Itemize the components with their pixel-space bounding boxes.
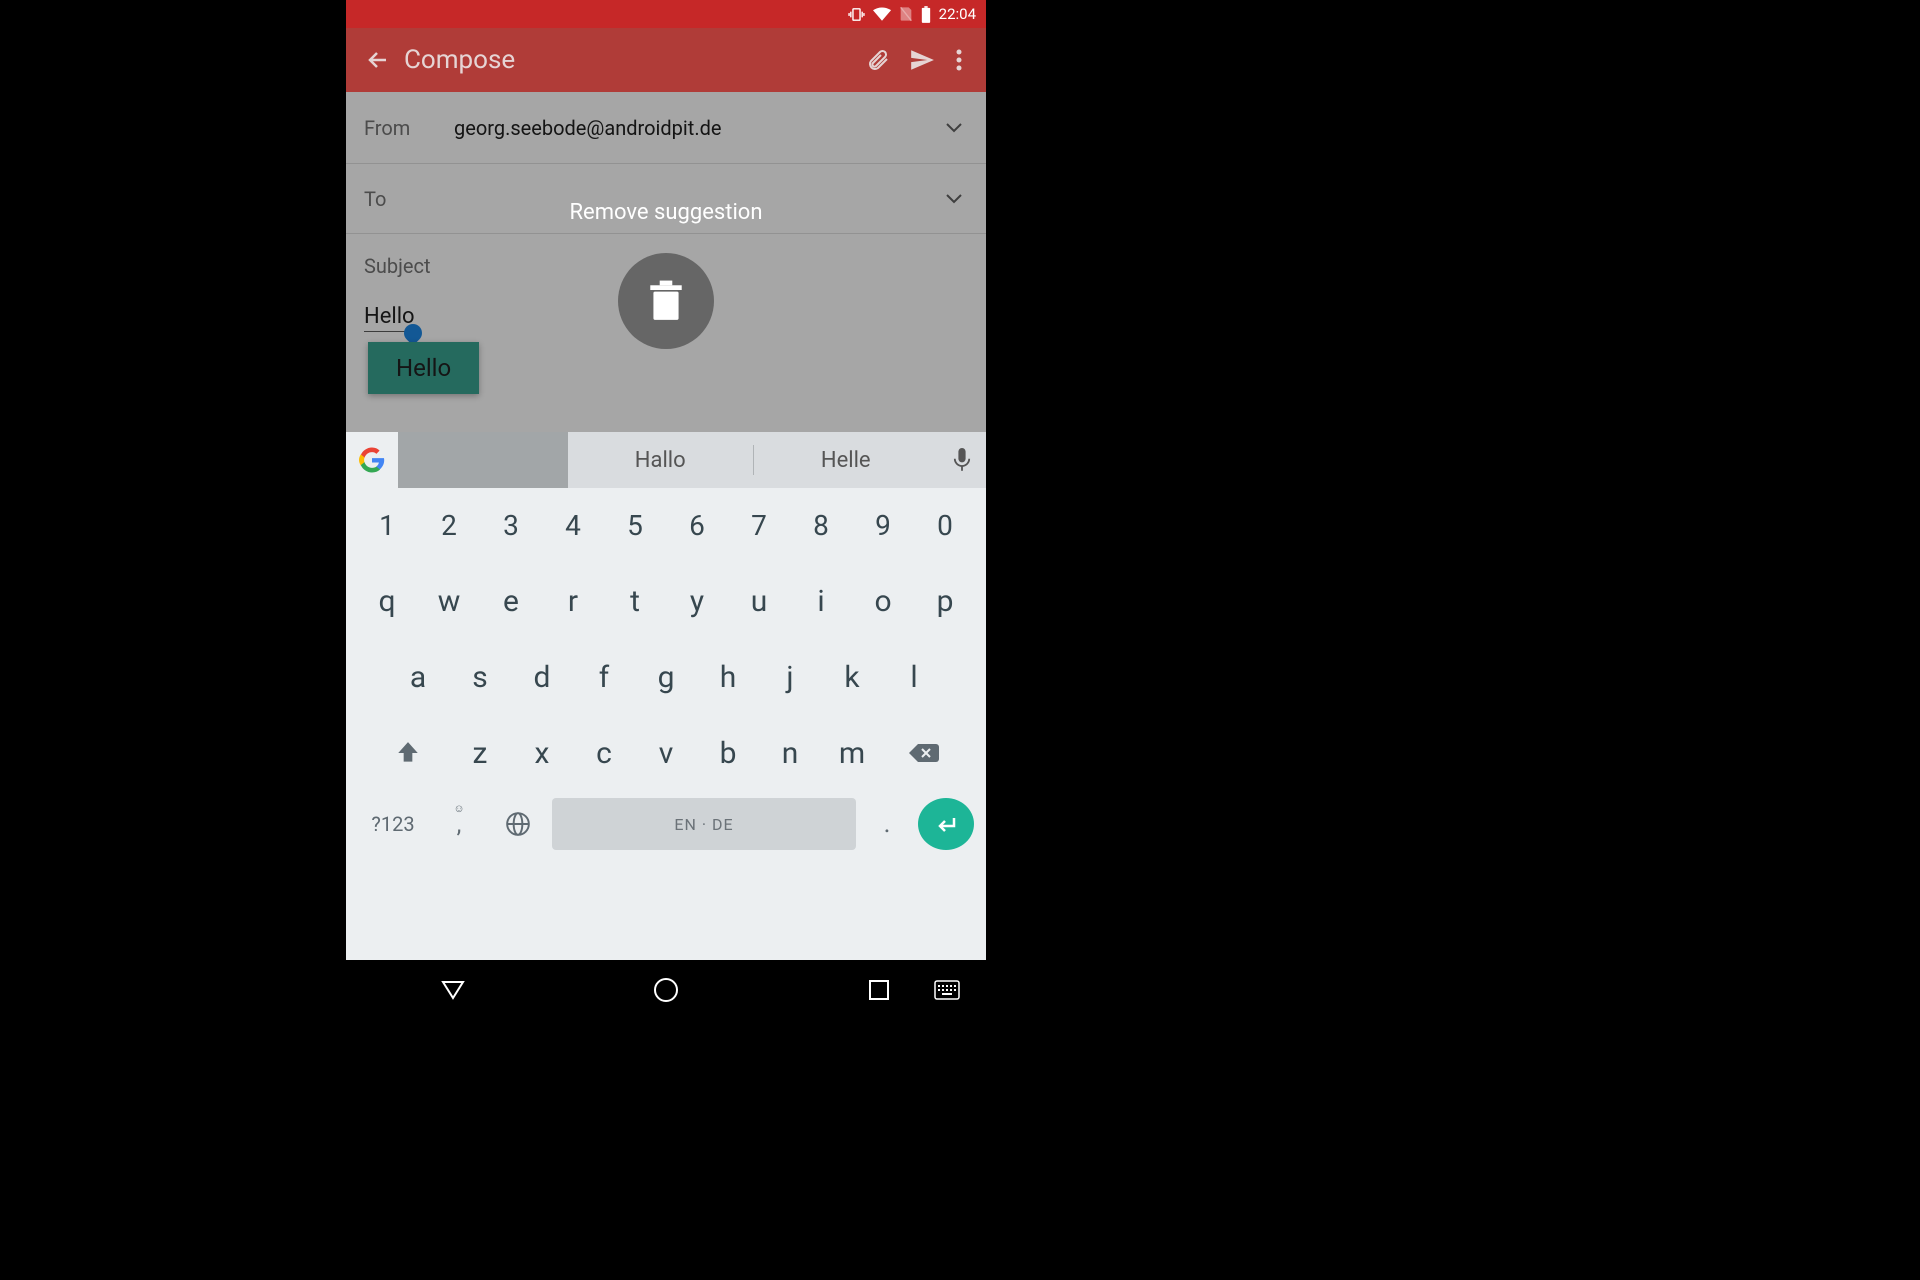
key-j[interactable]: j [762,646,818,708]
key-e[interactable]: e [483,570,539,632]
symbols-key[interactable]: ?123 [358,798,428,850]
nav-recents-button[interactable] [854,965,904,1015]
key-p[interactable]: p [917,570,973,632]
backspace-key[interactable] [886,722,962,784]
language-key[interactable] [490,798,546,850]
shift-icon [395,740,421,766]
key-s[interactable]: s [452,646,508,708]
key-9[interactable]: 9 [855,494,911,556]
key-v[interactable]: v [638,722,694,784]
key-i[interactable]: i [793,570,849,632]
google-icon [359,447,385,473]
key-row-1: qwertyuiop [350,570,982,632]
key-k[interactable]: k [824,646,880,708]
wifi-icon [873,7,891,21]
emoji-hint-icon: ☺ [453,802,464,815]
key-3[interactable]: 3 [483,494,539,556]
dragged-suggestion-chip[interactable] [398,432,568,488]
key-row-bottom: ?123 ☺ , EN · DE . [350,798,982,850]
nav-keyboard-switch-button[interactable] [922,965,972,1015]
key-row-numbers: 1234567890 [350,494,982,556]
attach-button[interactable] [856,38,900,82]
android-nav-bar [346,960,986,1020]
key-0[interactable]: 0 [917,494,973,556]
voice-input-button[interactable] [938,432,986,488]
key-t[interactable]: t [607,570,663,632]
send-button[interactable] [900,38,944,82]
app-bar: Compose [346,28,986,92]
key-q[interactable]: q [359,570,415,632]
comma-key[interactable]: ☺ , [434,798,484,850]
key-f[interactable]: f [576,646,632,708]
key-a[interactable]: a [390,646,446,708]
keyboard-icon [934,980,960,1000]
nav-home-button[interactable] [641,965,691,1015]
globe-icon [505,811,531,837]
key-o[interactable]: o [855,570,911,632]
key-u[interactable]: u [731,570,787,632]
enter-icon [934,814,958,834]
from-row[interactable]: From georg.seebode@androidpit.de [346,92,986,164]
shift-key[interactable] [370,722,446,784]
key-6[interactable]: 6 [669,494,725,556]
from-value: georg.seebode@androidpit.de [454,116,940,140]
google-search-button[interactable] [346,432,398,488]
key-l[interactable]: l [886,646,942,708]
key-d[interactable]: d [514,646,570,708]
subject-row[interactable]: Subject [346,234,986,298]
back-button[interactable] [358,40,398,80]
key-x[interactable]: x [514,722,570,784]
key-1[interactable]: 1 [359,494,415,556]
key-y[interactable]: y [669,570,725,632]
key-g[interactable]: g [638,646,694,708]
period-key[interactable]: . [862,798,912,850]
key-h[interactable]: h [700,646,756,708]
battery-icon [921,6,931,23]
key-5[interactable]: 5 [607,494,663,556]
clock-text: 22:04 [939,5,976,23]
phone-frame: 22:04 Compose From georg.seebode@android… [346,0,986,960]
key-4[interactable]: 4 [545,494,601,556]
vibrate-icon [848,6,865,23]
key-m[interactable]: m [824,722,880,784]
page-title: Compose [404,45,856,75]
keyboard: 1234567890 qwertyuiop asdfghjkl zxcvbnm … [346,488,986,860]
key-c[interactable]: c [576,722,632,784]
key-2[interactable]: 2 [421,494,477,556]
suggestion-1[interactable]: Hallo [568,448,753,473]
key-8[interactable]: 8 [793,494,849,556]
suggestion-2[interactable]: Helle [754,448,939,473]
compose-content: From georg.seebode@androidpit.de To Subj… [346,92,986,432]
key-w[interactable]: w [421,570,477,632]
suggestion-strip: Hallo Helle [346,432,986,488]
overflow-menu-button[interactable] [944,38,974,82]
key-7[interactable]: 7 [731,494,787,556]
subject-label: Subject [364,254,431,278]
nav-back-button[interactable] [428,965,478,1015]
key-z[interactable]: z [452,722,508,784]
key-r[interactable]: r [545,570,601,632]
space-key[interactable]: EN · DE [552,798,856,850]
key-row-2: asdfghjkl [350,646,982,708]
key-n[interactable]: n [762,722,818,784]
key-b[interactable]: b [700,722,756,784]
body-area[interactable]: Hello Hello [346,298,986,408]
to-label: To [364,187,454,211]
microphone-icon [953,448,971,472]
chevron-down-icon[interactable] [940,118,968,137]
backspace-icon [908,741,940,765]
text-tooltip[interactable]: Hello [368,342,479,394]
key-row-3: zxcvbnm [350,722,982,784]
chevron-down-icon[interactable] [940,189,968,208]
status-bar: 22:04 [346,0,986,28]
enter-key[interactable] [918,798,974,850]
to-row[interactable]: To [346,164,986,234]
from-label: From [364,116,454,140]
no-sim-icon [899,6,913,22]
